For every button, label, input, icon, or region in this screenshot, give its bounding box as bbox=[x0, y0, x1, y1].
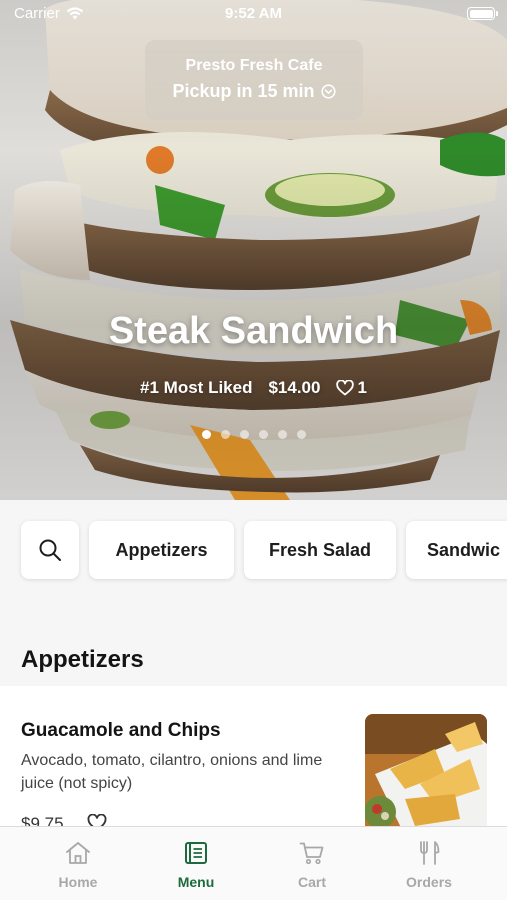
item-description: Avocado, tomato, cilantro, onions and li… bbox=[21, 752, 323, 792]
search-button[interactable] bbox=[21, 521, 79, 579]
tab-menu[interactable]: Menu bbox=[136, 839, 256, 890]
menu-icon bbox=[185, 842, 207, 864]
item-photo bbox=[365, 714, 487, 836]
orders-icon bbox=[420, 841, 440, 865]
category-sandwiches[interactable]: Sandwic bbox=[406, 521, 507, 579]
tab-orders[interactable]: Orders bbox=[369, 839, 489, 890]
featured-meta: #1 Most Liked $14.00 1 bbox=[0, 378, 507, 398]
pickup-label: Pickup in 15 min bbox=[172, 81, 315, 101]
item-name: Guacamole and Chips bbox=[21, 720, 221, 741]
store-pickup-chip[interactable]: Presto Fresh Cafe Pickup in 15 min bbox=[145, 40, 363, 120]
carousel-dot[interactable] bbox=[258, 430, 268, 439]
cart-icon bbox=[299, 842, 324, 865]
carousel-dot[interactable] bbox=[239, 430, 249, 439]
carousel-dot[interactable] bbox=[201, 430, 211, 439]
tab-cart[interactable]: Cart bbox=[252, 839, 372, 890]
chevron-down-circle-icon bbox=[320, 84, 336, 99]
featured-hero[interactable]: Carrier 9:52 AM Presto Fresh Cafe Pickup… bbox=[0, 0, 507, 500]
carousel-dot[interactable] bbox=[296, 430, 306, 439]
carousel-dots[interactable] bbox=[0, 430, 507, 439]
tab-cart-label: Cart bbox=[297, 874, 326, 890]
featured-rank: #1 Most Liked bbox=[140, 378, 253, 397]
status-bar: Carrier 9:52 AM bbox=[0, 0, 507, 28]
store-name: Presto Fresh Cafe bbox=[185, 57, 323, 74]
carousel-dot[interactable] bbox=[277, 430, 287, 439]
menu-screen: Carrier 9:52 AM Presto Fresh Cafe Pickup… bbox=[0, 0, 507, 900]
tab-orders-label: Orders bbox=[406, 874, 452, 890]
carousel-dot[interactable] bbox=[220, 430, 230, 439]
category-appetizers[interactable]: Appetizers bbox=[89, 521, 234, 579]
status-time: 9:52 AM bbox=[225, 5, 282, 22]
battery-icon bbox=[467, 7, 498, 20]
category-fresh-salad[interactable]: Fresh Salad bbox=[244, 521, 396, 579]
home-icon bbox=[66, 842, 90, 864]
pickup-time[interactable]: Pickup in 15 min bbox=[145, 81, 363, 102]
category-bar: Appetizers Fresh Salad Sandwic bbox=[0, 500, 507, 600]
tab-home[interactable]: Home bbox=[18, 839, 138, 890]
search-icon bbox=[39, 539, 61, 561]
tab-home-label: Home bbox=[58, 874, 98, 890]
heart-icon bbox=[336, 380, 355, 396]
likes-count: 1 bbox=[357, 378, 367, 397]
section-title: Appetizers bbox=[21, 646, 144, 673]
menu-item[interactable]: Guacamole and Chips Avocado, tomato, cil… bbox=[0, 686, 507, 836]
tab-menu-label: Menu bbox=[177, 874, 215, 890]
featured-likes[interactable]: 1 bbox=[336, 378, 367, 398]
tab-bar: Home Menu Cart Orders bbox=[0, 826, 507, 900]
featured-price: $14.00 bbox=[268, 378, 321, 397]
featured-title: Steak Sandwich bbox=[108, 310, 399, 352]
